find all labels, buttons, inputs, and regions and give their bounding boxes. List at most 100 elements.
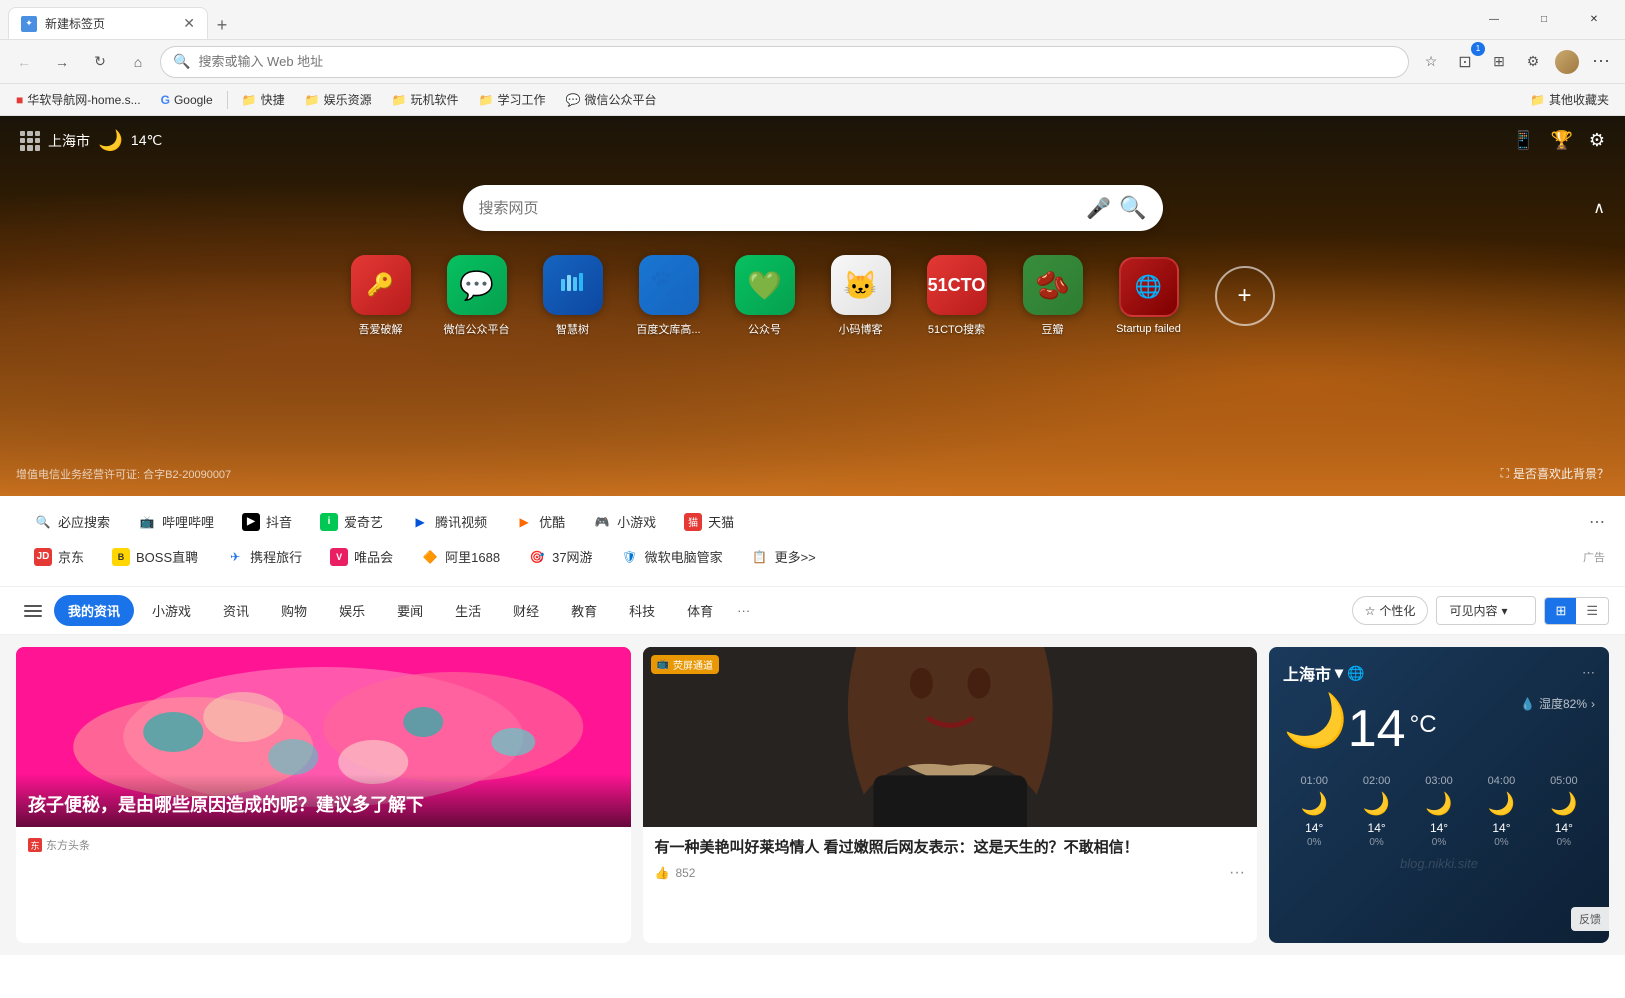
nav-actions: ☆ ⊡ 1 ⊞ ⚙ ⋯ — [1415, 46, 1617, 78]
back-button[interactable]: ← — [8, 46, 40, 78]
weather-more-icon[interactable]: ⋯ — [1582, 665, 1595, 681]
search-box[interactable]: 🎤 🔍 — [463, 185, 1163, 231]
ql-37wan[interactable]: 🎯 37网游 — [514, 541, 606, 572]
ql-ali1688[interactable]: 🔶 阿里1688 — [407, 541, 514, 572]
weather-main: 🌙 14 °C 💧 湿度82% › — [1283, 695, 1595, 763]
new-tab-button[interactable]: + — [208, 11, 236, 39]
weather-icon-hero: 🌙 — [98, 128, 123, 153]
app-item-51cto[interactable]: 51CTO 51CTO搜索 — [917, 255, 997, 337]
hamburger-menu[interactable] — [16, 597, 50, 625]
tab-close-button[interactable]: ✕ — [183, 15, 195, 32]
bookmark-label-huaruan: 华软导航网-home.s... — [27, 91, 140, 108]
address-input[interactable] — [198, 54, 1396, 69]
feed-tab-headlines[interactable]: 要闻 — [383, 595, 437, 626]
app-item-wechat-mp[interactable]: 💬 微信公众平台 — [437, 255, 517, 337]
news-card-1[interactable]: 孩子便秘，是由哪些原因造成的呢？建议多了解下 东 东方头条 — [16, 647, 631, 943]
app-item-xiaomabot[interactable]: 🐱 小码博客 — [821, 255, 901, 337]
address-bar[interactable]: 🔍 — [160, 46, 1409, 78]
ql-xiaoyouxi[interactable]: 🎮 小游戏 — [579, 506, 670, 537]
feed-tab-news[interactable]: 资讯 — [209, 595, 263, 626]
app-item-baidu-wenku[interactable]: 🐾 百度文库高... — [629, 255, 709, 337]
feed-tab-tech[interactable]: 科技 — [615, 595, 669, 626]
ql-icon-biying: 🔍 — [34, 513, 52, 531]
ql-douyin[interactable]: ▶ 抖音 — [228, 506, 306, 537]
bookmark-google[interactable]: G Google — [153, 91, 221, 109]
feed-tab-shopping[interactable]: 购物 — [267, 595, 321, 626]
feed-tab-life[interactable]: 生活 — [441, 595, 495, 626]
settings-hero-icon[interactable]: ⚙ — [1589, 130, 1605, 151]
ql-youku[interactable]: ▶ 优酷 — [501, 506, 579, 537]
app-item-zhihui[interactable]: 智慧树 — [533, 255, 613, 337]
ql-icon-tianmao: 猫 — [684, 513, 702, 531]
ql-vipshop[interactable]: V 唯品会 — [316, 541, 407, 572]
browser-content: 上海市 🌙 14℃ 📱 🏆 ⚙ 🎤 🔍 ∧ 🔑 — [0, 116, 1625, 998]
feed-tab-games[interactable]: 小游戏 — [138, 595, 205, 626]
feed-tab-education[interactable]: 教育 — [557, 595, 611, 626]
minimize-button[interactable]: — — [1471, 4, 1517, 36]
news-card-2[interactable]: 📺 荧屏通道 有一种美艳叫好莱坞情人 看过嫩照后网友表示：这是天生的？不敢相信！… — [643, 647, 1258, 943]
star-button[interactable]: ☆ — [1415, 46, 1447, 78]
ql-bilibili[interactable]: 📺 哔哩哔哩 — [124, 506, 228, 537]
grid-menu-icon[interactable] — [20, 131, 40, 151]
app-item-wuling[interactable]: 🔑 吾爱破解 — [341, 255, 421, 337]
app-item-gongzhonghao[interactable]: 💚 公众号 — [725, 255, 805, 337]
bookmark-huaruan[interactable]: ■ 华软导航网-home.s... — [8, 89, 149, 110]
feedback-button[interactable]: 反馈 — [1571, 907, 1609, 931]
app-add-button[interactable]: + — [1205, 266, 1285, 326]
mobile-icon[interactable]: 📱 — [1512, 130, 1534, 151]
feed-tab-finance[interactable]: 财经 — [499, 595, 553, 626]
collapse-button[interactable]: ∧ — [1593, 198, 1605, 218]
visible-content-button[interactable]: 可见内容 ▾ — [1436, 596, 1536, 625]
search-container: 🎤 🔍 ∧ — [0, 185, 1625, 231]
grid-view-button[interactable]: ⊞ — [1545, 598, 1576, 624]
maximize-button[interactable]: □ — [1521, 4, 1567, 36]
ql-ctrip[interactable]: ✈ 携程旅行 — [212, 541, 316, 572]
app-item-startup-failed[interactable]: 🌐 Startup failed — [1109, 257, 1189, 335]
profile-button[interactable]: ⊡ 1 — [1449, 46, 1481, 78]
profile-avatar[interactable] — [1551, 46, 1583, 78]
trophy-icon[interactable]: 🏆 — [1550, 130, 1572, 151]
close-button[interactable]: ✕ — [1571, 4, 1617, 36]
bookmark-wanma[interactable]: 📁 玩机软件 — [384, 89, 467, 110]
reload-button[interactable]: ↻ — [84, 46, 116, 78]
bookmark-xuexi[interactable]: 📁 学习工作 — [471, 89, 554, 110]
other-bookmarks[interactable]: 📁 其他收藏夹 — [1522, 89, 1617, 110]
ql-tianmao[interactable]: 猫 天猫 — [670, 506, 748, 537]
feed-tabs-more[interactable]: ··· — [731, 597, 756, 624]
news-card-img-1: 孩子便秘，是由哪些原因造成的呢？建议多了解下 — [16, 647, 631, 827]
search-input[interactable] — [479, 200, 1087, 217]
bookmark-kuaijie[interactable]: 📁 快捷 — [234, 89, 293, 110]
personalize-button[interactable]: ☆ 个性化 — [1352, 596, 1429, 625]
feed-tab-my-news[interactable]: 我的资讯 — [54, 595, 134, 626]
ql-tencent-video[interactable]: ▶ 腾讯视频 — [397, 506, 501, 537]
active-tab[interactable]: ✦ 新建标签页 ✕ — [8, 7, 208, 39]
ql-boss[interactable]: B BOSS直聘 — [98, 541, 212, 572]
settings-button[interactable]: ⚙ — [1517, 46, 1549, 78]
menu-button[interactable]: ⋯ — [1585, 46, 1617, 78]
app-item-douban[interactable]: 🫘 豆瓣 — [1013, 255, 1093, 337]
feed-tab-entertainment[interactable]: 娱乐 — [325, 595, 379, 626]
weather-hour-item: 01:00 🌙 14° 0% — [1283, 775, 1345, 848]
more-button-row1[interactable]: ⋯ — [1589, 512, 1605, 532]
app-name-51cto: 51CTO搜索 — [928, 321, 985, 337]
feed-tab-sports[interactable]: 体育 — [673, 595, 727, 626]
bg-question-button[interactable]: ⛶ 是否喜欢此背景？ — [1501, 465, 1609, 482]
microphone-icon[interactable]: 🎤 — [1086, 196, 1111, 221]
home-button[interactable]: ⌂ — [122, 46, 154, 78]
ql-biyingsousuo[interactable]: 🔍 必应搜索 — [20, 506, 124, 537]
tab-sync-button[interactable]: ⊞ — [1483, 46, 1515, 78]
bookmark-yule[interactable]: 📁 娱乐资源 — [297, 89, 380, 110]
city-name: 上海市 — [48, 131, 90, 151]
list-view-button[interactable]: ☰ — [1576, 598, 1608, 624]
forward-button[interactable]: → — [46, 46, 78, 78]
ql-more[interactable]: 📋 更多>> — [737, 541, 830, 572]
ql-iqiyi[interactable]: i 爱奇艺 — [306, 506, 397, 537]
ql-jd[interactable]: JD 京东 — [20, 541, 98, 572]
ql-pc-mgr[interactable]: 🛡 微软电脑管家 — [607, 541, 737, 572]
hour-precip: 0% — [1283, 837, 1345, 848]
bookmark-favicon-google: G — [161, 93, 170, 107]
hour-temp: 14° — [1345, 821, 1407, 835]
bookmark-wechat[interactable]: 💬 微信公众平台 — [558, 89, 665, 110]
news-card-more-2[interactable]: ··· — [1229, 864, 1245, 882]
search-submit-icon[interactable]: 🔍 — [1119, 195, 1146, 221]
